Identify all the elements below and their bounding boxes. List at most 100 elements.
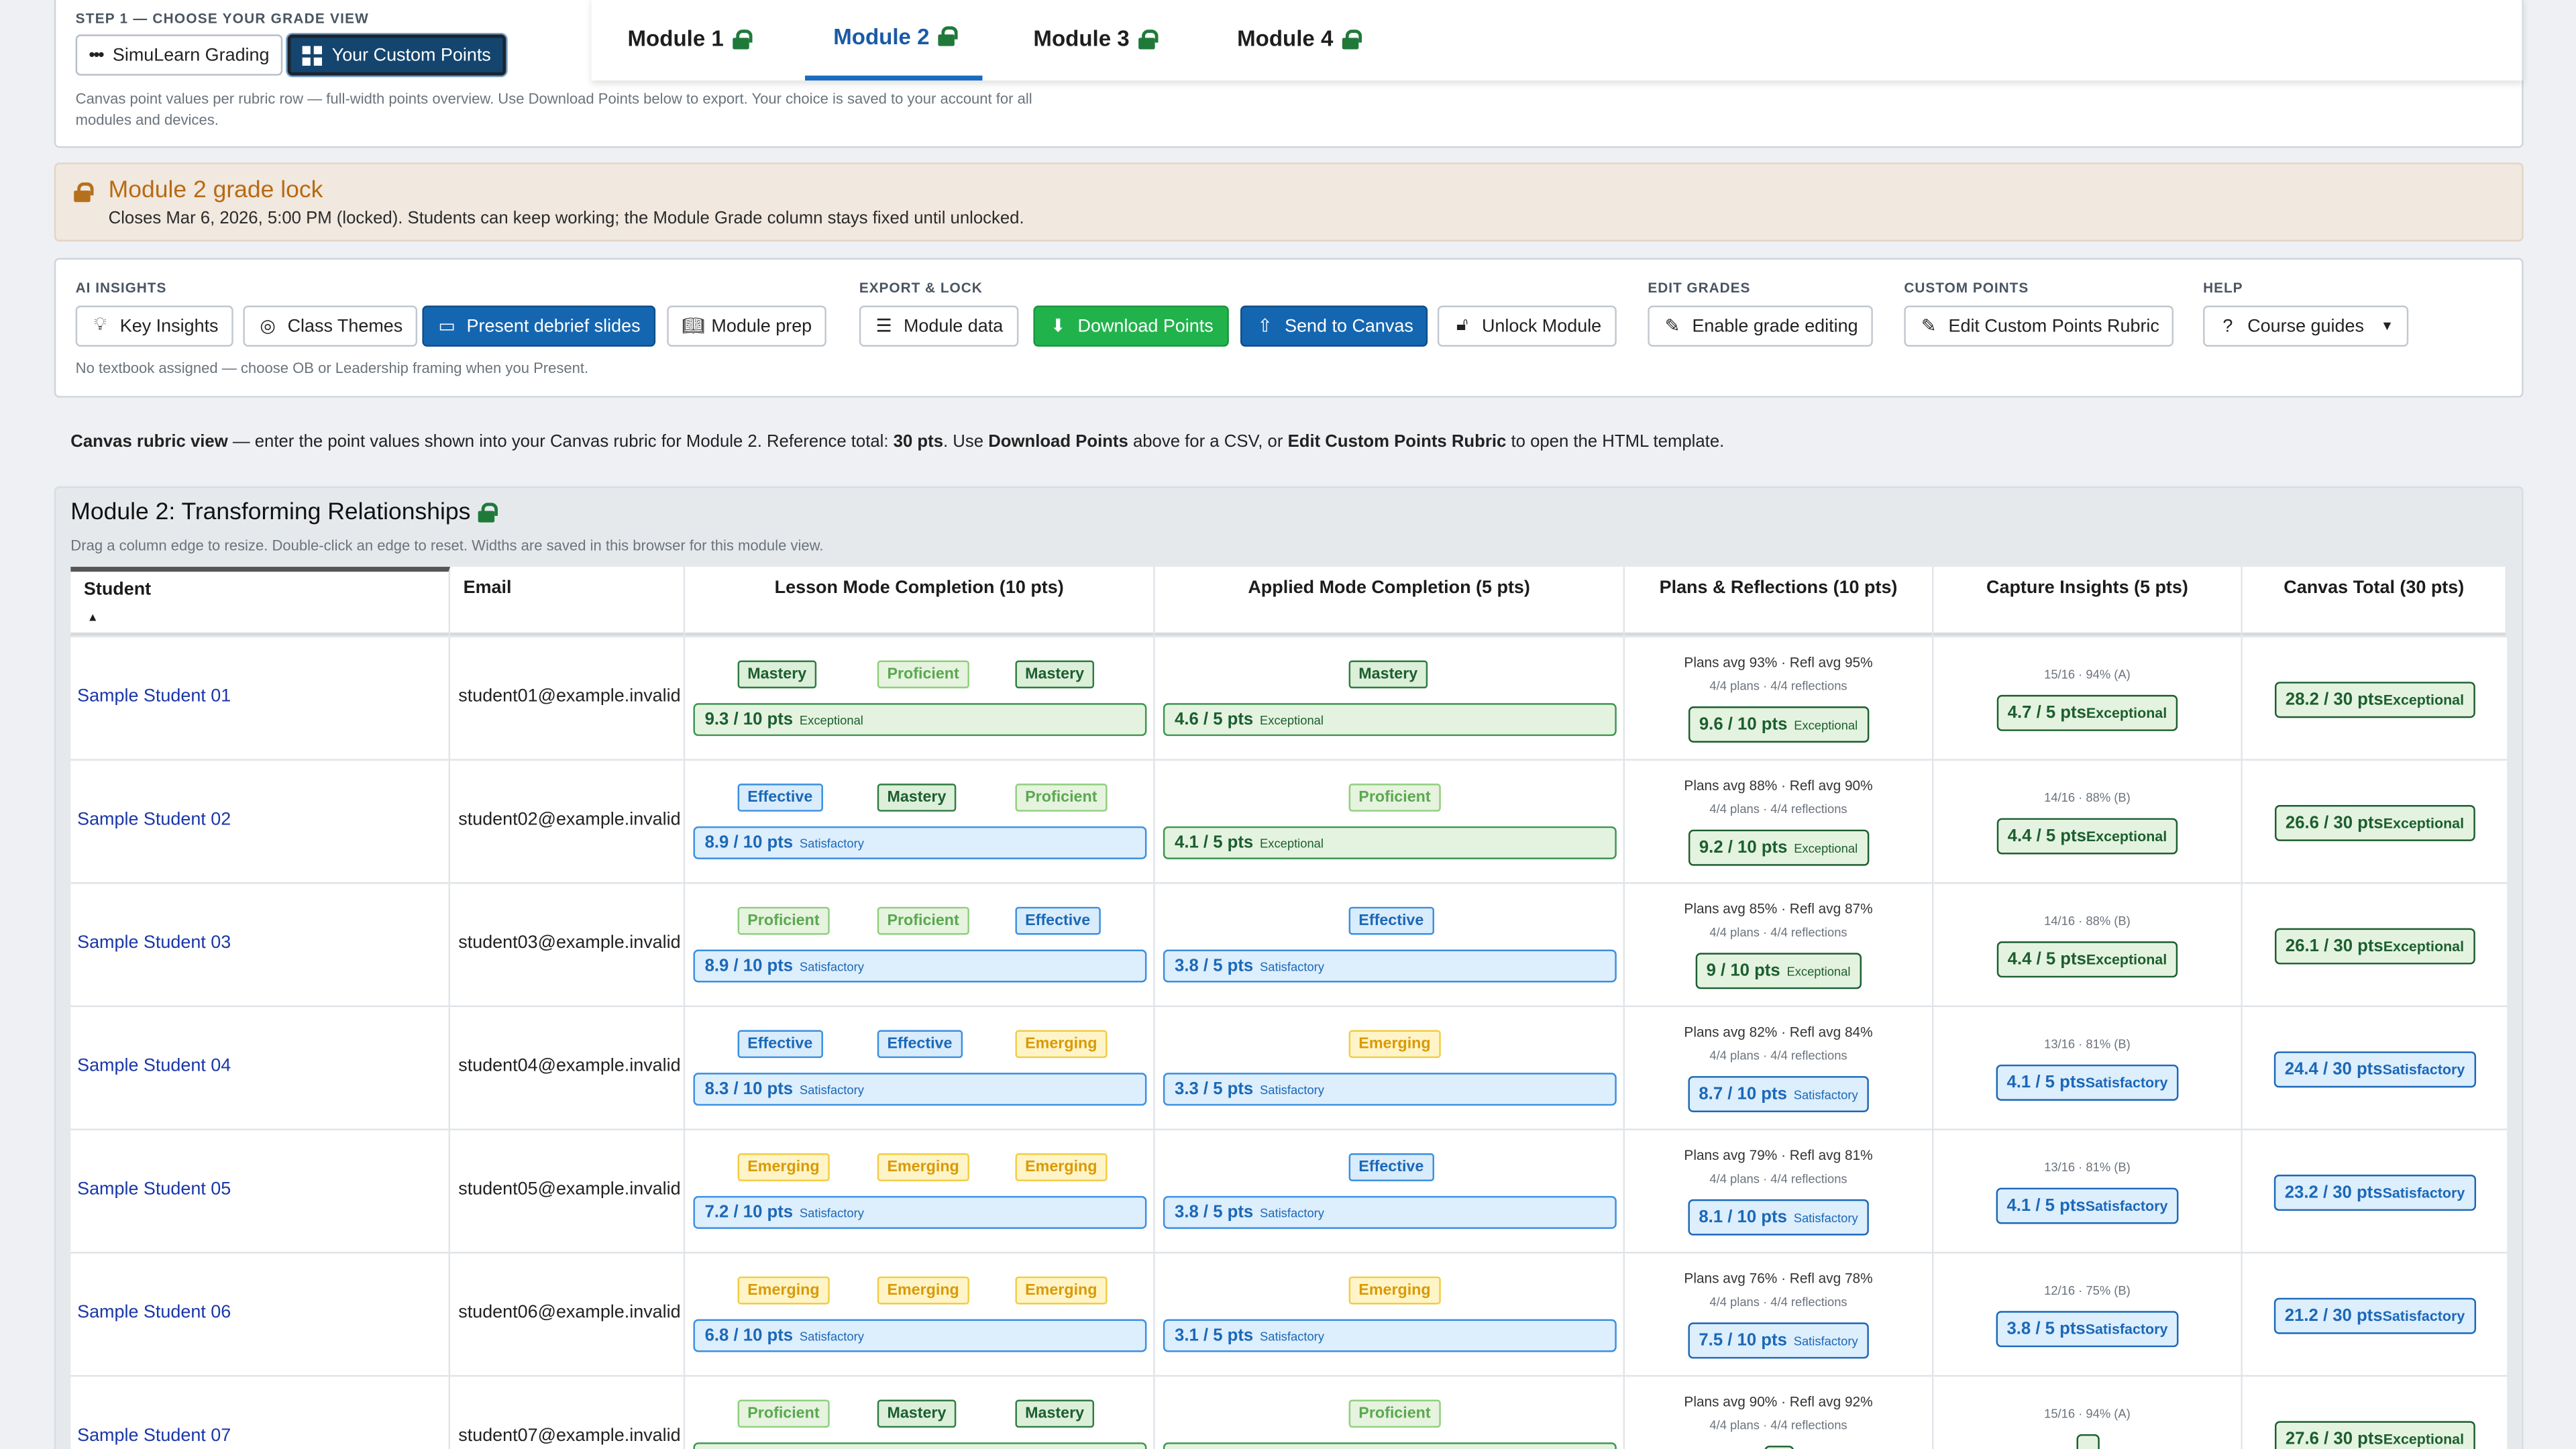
lesson-mode-badge: Emerging [1015, 1276, 1108, 1305]
student-email: student03@example.invalid [458, 933, 681, 953]
student-name-link[interactable]: Sample Student 06 [77, 1303, 231, 1322]
header-student[interactable]: Student ▲ [70, 566, 451, 636]
canvas-total-badge: 28.2 / 30 ptsExceptional [2273, 682, 2476, 718]
module-data-button[interactable]: ☰ Module data [859, 305, 1018, 347]
capture-points-badge [2076, 1434, 2099, 1449]
plans-cell: Plans avg 88% · Refl avg 90% 4/4 plans · … [1625, 760, 1934, 884]
download-points-button[interactable]: ⬇ Download Points [1033, 305, 1228, 347]
plans-averages: Plans avg 90% · Refl avg 92% [1684, 1393, 1873, 1410]
total-cell: 26.6 / 30 ptsExceptional [2243, 761, 2507, 884]
module-prep-button[interactable]: 📖︎ Module prep [667, 305, 827, 347]
plans-averages: Plans avg 88% · Refl avg 90% [1684, 777, 1873, 794]
tab-module-4[interactable]: Module 4 [1237, 0, 1362, 80]
lesson-mode-badge: Proficient [877, 660, 969, 689]
capture-points-badge: 4.1 / 5 ptsSatisfactory [1995, 1064, 2180, 1101]
plans-cell: Plans avg 93% · Refl avg 95% 4/4 plans · … [1625, 637, 1934, 761]
lesson-mode-badge: Mastery [877, 1399, 957, 1428]
toolbar-panel: AI INSIGHTS EXPORT & LOCK EDIT GRADES CU… [54, 258, 2524, 398]
tab-module-3[interactable]: Module 3 [1033, 0, 1158, 80]
tab-module-1[interactable]: Module 1 [628, 0, 752, 80]
plans-counts: 4/4 plans · 4/4 reflections [1709, 924, 1847, 940]
student-name-link[interactable]: Sample Student 01 [77, 687, 231, 706]
lesson-mode-badge: Emerging [1015, 1030, 1108, 1059]
lock-icon [732, 28, 752, 49]
capture-cell: 14/16 · 88% (B) 4.4 / 5 ptsExceptional [1933, 883, 2243, 1008]
module-title: Module 2: Transforming Relationships [70, 499, 499, 526]
plans-cell: Plans avg 85% · Refl avg 87% 4/4 plans · … [1625, 883, 1934, 1008]
edit-custom-rubric-button[interactable]: ✎ Edit Custom Points Rubric [1904, 305, 2174, 347]
student-name-link[interactable]: Sample Student 05 [77, 1179, 231, 1199]
lock-icon [1341, 28, 1362, 49]
export-lock-label: EXPORT & LOCK [859, 279, 983, 296]
key-insights-button[interactable]: 💡︎ Key Insights [75, 305, 233, 347]
capture-summary: 13/16 · 81% (B) [2044, 1159, 2131, 1175]
course-guides-dropdown[interactable]: ? Course guides ▼ [2203, 305, 2409, 347]
header-email[interactable]: Email [450, 566, 686, 636]
send-to-canvas-button[interactable]: ⇧ Send to Canvas [1240, 305, 1428, 347]
capture-summary: 15/16 · 94% (A) [2044, 667, 2131, 682]
lightbulb-icon: 💡︎ [93, 315, 107, 335]
student-name-link[interactable]: Sample Student 07 [77, 1426, 231, 1446]
capture-points-badge: 4.7 / 5 ptsExceptional [1996, 694, 2179, 731]
custom-points-button[interactable]: Your Custom Points [287, 34, 506, 76]
capture-points-badge: 4.1 / 5 ptsSatisfactory [1995, 1187, 2180, 1224]
lesson-mode-badge: Mastery [1015, 1399, 1094, 1428]
lock-icon [478, 502, 499, 523]
unlock-icon: 🔓︎ [1456, 315, 1468, 335]
lesson-points-bar: 9.3 / 10 pts Exceptional [693, 703, 1147, 737]
student-cell: Sample Student 06 [70, 1253, 451, 1377]
resize-hint: Drag a column edge to resize. Double-cli… [70, 537, 824, 554]
lesson-mode-badge: Emerging [877, 1153, 969, 1181]
capture-cell: 14/16 · 88% (B) 4.4 / 5 ptsExceptional [1933, 760, 2243, 884]
grade-lock-title: Module 2 grade lock [108, 177, 323, 204]
canvas-total-badge: 21.2 / 30 ptsSatisfactory [2273, 1297, 2477, 1334]
student-name-link[interactable]: Sample Student 04 [77, 1057, 231, 1076]
header-capture[interactable]: Capture Insights (5 pts) [1933, 566, 2243, 636]
student-name-link[interactable]: Sample Student 03 [77, 933, 231, 953]
plans-counts: 4/4 plans · 4/4 reflections [1709, 1048, 1847, 1063]
plans-points-badge: 8.1 / 10 pts Satisfactory [1687, 1199, 1870, 1236]
lesson-points-bar: 6.8 / 10 pts Satisfactory [693, 1319, 1147, 1352]
student-cell: Sample Student 07 [70, 1377, 451, 1449]
total-cell: 26.1 / 30 ptsExceptional [2243, 884, 2507, 1008]
presentation-icon: ▭ [438, 317, 455, 337]
plans-points-badge: 8.7 / 10 pts Satisfactory [1687, 1076, 1870, 1112]
plans-counts: 4/4 plans · 4/4 reflections [1709, 678, 1847, 694]
header-applied[interactable]: Applied Mode Completion (5 pts) [1155, 566, 1625, 636]
canvas-total-badge: 24.4 / 30 ptsSatisfactory [2273, 1051, 2477, 1088]
lesson-mode-badge: Effective [737, 1030, 822, 1059]
help-label: HELP [2203, 279, 2243, 296]
plans-counts: 4/4 plans · 4/4 reflections [1709, 1417, 1847, 1433]
applied-mode-badge: Effective [1348, 1153, 1434, 1181]
lesson-mode-badge: Emerging [1015, 1153, 1108, 1181]
database-icon: ☰ [875, 317, 892, 337]
capture-summary: 13/16 · 81% (B) [2044, 1036, 2131, 1052]
present-debrief-button[interactable]: ▭ Present debrief slides [422, 305, 655, 347]
applied-mode-badge: Proficient [1348, 784, 1441, 812]
lesson-mode-badge: Proficient [877, 906, 969, 935]
student-email: student05@example.invalid [458, 1179, 681, 1199]
capture-cell: 15/16 · 94% (A) [1933, 1377, 2243, 1449]
applied-cell: Proficient 4.1 / 5 pts Exceptional [1155, 760, 1625, 884]
header-plans[interactable]: Plans & Reflections (10 pts) [1625, 566, 1934, 636]
unlock-module-button[interactable]: 🔓︎ Unlock Module [1437, 305, 1617, 347]
tab-module-2[interactable]: Module 2 [805, 0, 983, 81]
applied-points-bar: 3.3 / 5 pts Satisfactory [1163, 1073, 1617, 1106]
applied-cell: Effective 3.8 / 5 pts Satisfactory [1155, 883, 1625, 1008]
enable-grade-editing-button[interactable]: ✎ Enable grade editing [1648, 305, 1873, 347]
lesson-points-bar: 8.9 / 10 pts Satisfactory [693, 949, 1147, 983]
simulearn-grading-button[interactable]: ••• SimuLearn Grading [75, 34, 283, 76]
header-lesson[interactable]: Lesson Mode Completion (10 pts) [685, 566, 1155, 636]
student-name-link[interactable]: Sample Student 02 [77, 810, 231, 829]
lesson-mode-badge: Mastery [877, 784, 957, 812]
header-total[interactable]: Canvas Total (30 pts) [2243, 566, 2508, 636]
pencil-icon: ✎ [1921, 317, 1937, 337]
capture-cell: 13/16 · 81% (B) 4.1 / 5 ptsSatisfactory [1933, 1007, 2243, 1130]
capture-summary: 14/16 · 88% (B) [2044, 790, 2131, 806]
grade-view-description: Canvas point values per rubric row — ful… [75, 90, 1032, 129]
class-themes-button[interactable]: ◎ Class Themes [243, 305, 418, 347]
plans-averages: Plans avg 79% · Refl avg 81% [1684, 1146, 1873, 1163]
capture-points-badge: 4.4 / 5 ptsExceptional [1996, 941, 2179, 978]
grade-lock-banner: Module 2 grade lock Closes Mar 6, 2026, … [54, 162, 2524, 242]
app-viewport: STEP 1 — CHOOSE YOUR GRADE VIEW ••• Simu… [0, 0, 2576, 1449]
